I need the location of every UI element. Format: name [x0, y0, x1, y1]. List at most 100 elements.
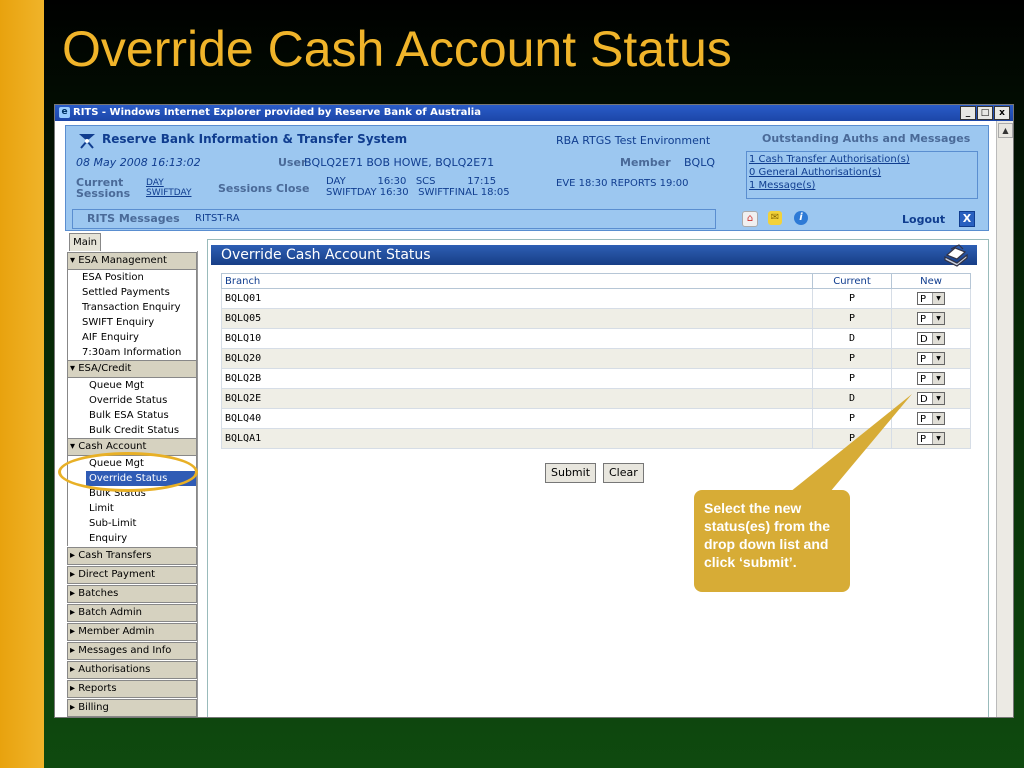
minimize-button[interactable]: _ — [960, 106, 976, 120]
sidebar-item-esa-override-status[interactable]: Override Status — [68, 393, 196, 408]
ie-icon: e — [59, 107, 70, 118]
vertical-scrollbar[interactable]: ▲ — [996, 121, 1013, 717]
dropdown-arrow-icon[interactable]: ▼ — [932, 393, 944, 404]
table-row: BQLQ01 P P ▼ — [221, 288, 971, 309]
sidebar-item-enquiry[interactable]: Enquiry — [68, 531, 196, 546]
sidebar-item-sub-limit[interactable]: Sub-Limit — [68, 516, 196, 531]
clear-button[interactable]: Clear — [603, 463, 644, 483]
slide-left-bar — [0, 0, 44, 768]
sidebar-item-swift-enquiry[interactable]: SWIFT Enquiry — [68, 315, 196, 330]
current-status-cell: P — [812, 288, 892, 309]
sidebar-section-batch-admin[interactable]: ▸ Batch Admin — [67, 604, 197, 622]
sidebar-section-reports[interactable]: ▸ Reports — [67, 680, 197, 698]
new-status-select[interactable]: P ▼ — [917, 412, 945, 425]
dropdown-arrow-icon[interactable]: ▼ — [932, 353, 944, 364]
table-row: BQLQ2E D D ▼ — [221, 388, 971, 409]
sidebar-item-limit[interactable]: Limit — [68, 501, 196, 516]
new-status-select[interactable]: P ▼ — [917, 352, 945, 365]
submit-button[interactable]: Submit — [545, 463, 597, 483]
sidebar-item-bulk-credit-status[interactable]: Bulk Credit Status — [68, 423, 196, 438]
table-row: BQLQ40 P P ▼ — [221, 408, 971, 429]
dropdown-arrow-icon[interactable]: ▼ — [932, 373, 944, 384]
maximize-button[interactable]: □ — [977, 106, 993, 120]
app-header: Reserve Bank Information & Transfer Syst… — [65, 125, 989, 231]
new-status-select[interactable]: P ▼ — [917, 292, 945, 305]
auth-link-messages[interactable]: 1 Message(s) — [749, 179, 910, 192]
new-status-select[interactable]: D ▼ — [917, 332, 945, 345]
sidebar-item-esa-position[interactable]: ESA Position — [68, 270, 196, 285]
auth-link-cash-transfer[interactable]: 1 Cash Transfer Authorisation(s) — [749, 153, 910, 166]
rits-messages-label: RITS Messages — [87, 212, 180, 225]
sidebar-section-member-admin[interactable]: ▸ Member Admin — [67, 623, 197, 641]
sessions-close-label: Sessions Close — [218, 182, 310, 195]
mail-icon[interactable]: ✉ — [768, 211, 782, 225]
browser-window: e RITS - Windows Internet Explorer provi… — [54, 104, 1014, 718]
current-status-cell: D — [812, 388, 892, 409]
new-status-select[interactable]: D ▼ — [917, 392, 945, 405]
sidebar-section-direct-payment[interactable]: ▸ Direct Payment — [67, 566, 197, 584]
member-label: Member — [620, 156, 671, 169]
sidebar-section-esa-management[interactable]: ▾ ESA Management — [67, 252, 197, 270]
table-row: BQLQ10 D D ▼ — [221, 328, 971, 349]
system-name: Reserve Bank Information & Transfer Syst… — [102, 132, 408, 146]
sidebar-item-730am-information[interactable]: 7:30am Information — [68, 345, 196, 360]
current-status-cell: P — [812, 408, 892, 429]
sidebar-item-esa-queue-mgt[interactable]: Queue Mgt — [68, 378, 196, 393]
current-sessions-value[interactable]: DAY SWIFTDAY — [146, 178, 192, 198]
sidebar-section-messages-and-info[interactable]: ▸ Messages and Info — [67, 642, 197, 660]
user-label: User — [278, 156, 307, 169]
sessions-close-values: DAY 16:30 SCS 17:15 SWIFTDAY 16:30 SWIFT… — [326, 176, 510, 198]
window-title: RITS - Windows Internet Explorer provide… — [73, 107, 481, 118]
sidebar-section-batches[interactable]: ▸ Batches — [67, 585, 197, 603]
branch-cell: BQLQ40 — [221, 408, 813, 429]
branch-cell: BQLQA1 — [221, 428, 813, 449]
dropdown-arrow-icon[interactable]: ▼ — [932, 413, 944, 424]
info-icon[interactable]: i — [794, 211, 808, 225]
scroll-up-arrow-icon[interactable]: ▲ — [998, 123, 1013, 138]
branch-cell: BQLQ2B — [221, 368, 813, 389]
new-status-select[interactable]: P ▼ — [917, 372, 945, 385]
column-header-branch: Branch — [221, 273, 813, 289]
dropdown-arrow-icon[interactable]: ▼ — [932, 433, 944, 444]
current-status-cell: P — [812, 428, 892, 449]
instruction-callout: Select the new status(es) from the drop … — [694, 490, 850, 592]
home-icon[interactable]: ⌂ — [742, 211, 758, 227]
column-header-current: Current — [812, 273, 892, 289]
member-value: BQLQ — [684, 156, 715, 169]
printer-icon[interactable] — [941, 243, 969, 267]
rits-messages-value: RITST-RA — [195, 213, 240, 224]
sidebar-section-esa-credit[interactable]: ▾ ESA/Credit — [67, 360, 197, 378]
sidebar-section-authorisations[interactable]: ▸ Authorisations — [67, 661, 197, 679]
branch-cell: BQLQ01 — [221, 288, 813, 309]
close-button[interactable]: x — [994, 106, 1010, 120]
branch-cell: BQLQ10 — [221, 328, 813, 349]
table-row: BQLQ05 P P ▼ — [221, 308, 971, 329]
branch-cell: BQLQ2E — [221, 388, 813, 409]
table-header-row: Branch Current New — [221, 273, 971, 289]
outstanding-auths-box: 1 Cash Transfer Authorisation(s) 0 Gener… — [746, 151, 978, 199]
user-value: BQLQ2E71 BOB HOWE, BQLQ2E71 — [304, 156, 495, 169]
dropdown-arrow-icon[interactable]: ▼ — [932, 313, 944, 324]
sidebar-item-settled-payments[interactable]: Settled Payments — [68, 285, 196, 300]
eve-reports: EVE 18:30 REPORTS 19:00 — [556, 178, 689, 189]
sidebar-item-transaction-enquiry[interactable]: Transaction Enquiry — [68, 300, 196, 315]
logout-close-icon[interactable]: X — [959, 211, 975, 227]
current-status-cell: P — [812, 348, 892, 369]
table-row: BQLQA1 P P ▼ — [221, 428, 971, 449]
sidebar-item-bulk-esa-status[interactable]: Bulk ESA Status — [68, 408, 196, 423]
sidebar-item-aif-enquiry[interactable]: AIF Enquiry — [68, 330, 196, 345]
table-row: BQLQ2B P P ▼ — [221, 368, 971, 389]
sidebar-section-cash-transfers[interactable]: ▸ Cash Transfers — [67, 547, 197, 565]
dropdown-arrow-icon[interactable]: ▼ — [932, 333, 944, 344]
outstanding-title: Outstanding Auths and Messages — [762, 132, 971, 145]
sidebar-section-billing[interactable]: ▸ Billing — [67, 699, 197, 717]
rits-messages-bar: RITS Messages RITST-RA — [72, 209, 716, 229]
environment-label: RBA RTGS Test Environment — [556, 134, 711, 147]
dropdown-arrow-icon[interactable]: ▼ — [932, 293, 944, 304]
new-status-select[interactable]: P ▼ — [917, 312, 945, 325]
table-row: BQLQ20 P P ▼ — [221, 348, 971, 369]
new-status-select[interactable]: P ▼ — [917, 432, 945, 445]
tab-main[interactable]: Main — [69, 233, 101, 253]
auth-link-general[interactable]: 0 General Authorisation(s) — [749, 166, 910, 179]
logout-link[interactable]: Logout — [902, 213, 945, 226]
